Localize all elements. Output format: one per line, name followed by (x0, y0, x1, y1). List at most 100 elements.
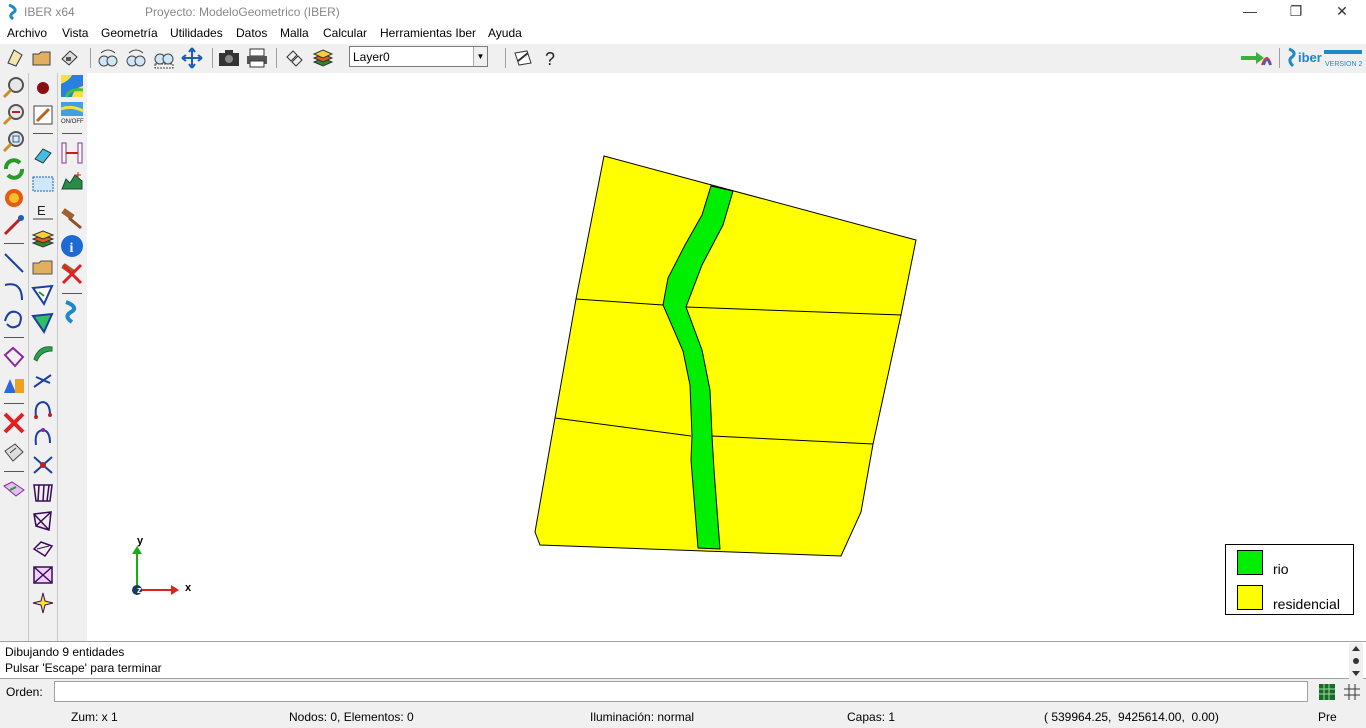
intersect-icon[interactable] (31, 369, 55, 393)
command-bar: Orden: (0, 679, 1366, 705)
status-coordinates: ( 539964.25, 9425614.00, 0.00) (1044, 710, 1219, 724)
structured-mesh-icon[interactable] (31, 481, 55, 505)
minimize-button[interactable]: — (1227, 0, 1273, 24)
zoom-frame-icon[interactable] (2, 130, 26, 154)
polyline-icon[interactable] (2, 307, 26, 331)
list-entities-icon[interactable] (2, 441, 26, 465)
save-icon[interactable] (58, 47, 80, 69)
legend-label-residencial: residencial (1273, 596, 1340, 612)
axis-x-label: x (185, 582, 192, 594)
render-icon[interactable] (2, 185, 26, 209)
cross-section-icon[interactable] (60, 141, 84, 165)
menu-vista[interactable]: Vista (62, 26, 88, 40)
open-folder-icon[interactable] (31, 255, 55, 279)
new-file-icon[interactable] (4, 47, 26, 69)
menu-bar: Archivo Vista Geometría Utilidades Datos… (0, 24, 1366, 44)
iber-logo-icon[interactable] (60, 300, 84, 324)
create-surface-icon[interactable] (31, 283, 55, 307)
zoom-in-icon[interactable] (97, 47, 119, 69)
main-toolbar: ? iber VERSION 2 (0, 44, 1366, 73)
svg-text:i: i (70, 241, 74, 256)
delete-tool-icon[interactable] (60, 262, 84, 286)
print-icon[interactable] (246, 47, 268, 69)
message-scrollbar[interactable] (1349, 643, 1363, 679)
app-title: IBER x64 (24, 5, 75, 19)
svg-text:?: ? (545, 49, 555, 69)
intersect-lines-icon[interactable] (31, 453, 55, 477)
arc-icon[interactable] (2, 279, 26, 303)
close-button[interactable]: ✕ (1319, 0, 1365, 24)
surface-icon[interactable] (2, 345, 26, 369)
zoom-out-icon[interactable] (125, 47, 147, 69)
command-input[interactable] (54, 681, 1308, 702)
status-lighting: Iluminación: normal (590, 710, 695, 724)
mesh-quality-icon[interactable] (31, 563, 55, 587)
select-box-icon[interactable] (31, 171, 55, 195)
status-zoom: Zum: x 1 (71, 710, 118, 724)
on-off-toggle-icon[interactable]: ON/OFF (60, 101, 84, 125)
drawing-canvas[interactable]: y x z (87, 73, 1366, 641)
semi-structured-mesh-icon[interactable] (31, 509, 55, 533)
scroll-thumb-icon (1353, 658, 1359, 664)
open-folder-icon[interactable] (31, 47, 53, 69)
axes-triad: y x z (132, 535, 192, 595)
point-icon[interactable] (2, 213, 26, 237)
zoom-in-icon[interactable] (2, 76, 26, 100)
message-line-1: Dibujando 9 entidades (5, 645, 125, 659)
axis-z-label: z (137, 585, 142, 595)
zoom-out-icon[interactable] (2, 103, 26, 127)
volume-icon[interactable] (2, 373, 26, 397)
layers-icon[interactable] (312, 47, 334, 69)
info-icon[interactable]: i (60, 234, 84, 258)
legend-label-rio: rio (1273, 561, 1289, 577)
profile-icon[interactable] (60, 169, 84, 193)
menu-geometria[interactable]: Geometría (101, 26, 158, 40)
menu-archivo[interactable]: Archivo (7, 26, 47, 40)
line-icon[interactable] (2, 251, 26, 275)
collapse-icon[interactable] (2, 478, 26, 502)
mesh-cleaning-icon[interactable] (31, 537, 55, 561)
left-toolbars: E ON/OFF i (0, 73, 87, 641)
divide-surface-icon[interactable] (31, 425, 55, 449)
unstructured-mesh-icon[interactable] (31, 591, 55, 615)
menu-herramientas-iber[interactable]: Herramientas Iber (380, 26, 476, 40)
record-icon[interactable] (31, 76, 55, 100)
message-line-2: Pulsar 'Escape' para terminar (5, 661, 162, 675)
zoom-frame-icon[interactable] (153, 47, 175, 69)
landuse-map-icon[interactable] (60, 74, 84, 98)
redraw-icon[interactable] (2, 157, 26, 181)
edit-icon[interactable] (31, 103, 55, 127)
status-bar: Zum: x 1 Nodos: 0, Elementos: 0 Iluminac… (0, 705, 1366, 728)
pan-icon[interactable] (181, 47, 203, 69)
menu-utilidades[interactable]: Utilidades (170, 26, 223, 40)
hammer-icon[interactable] (60, 207, 84, 231)
grid-toggle-icon[interactable] (1343, 683, 1361, 701)
camera-icon[interactable] (218, 47, 240, 69)
sweep-surface-icon[interactable] (31, 341, 55, 365)
project-title: Proyecto: ModeloGeometrico (IBER) (145, 5, 340, 19)
text-tool-icon[interactable]: E (31, 199, 55, 223)
menu-malla[interactable]: Malla (280, 26, 309, 40)
status-mode: Pre (1318, 710, 1337, 724)
nurbs-surface-icon[interactable] (31, 311, 55, 335)
menu-ayuda[interactable]: Ayuda (488, 26, 522, 40)
svg-text:VERSION 2: VERSION 2 (1325, 61, 1362, 68)
layers-icon[interactable] (31, 227, 55, 251)
geometry-view[interactable]: y x z (87, 73, 1366, 641)
menu-datos[interactable]: Datos (236, 26, 267, 40)
help-icon[interactable]: ? (539, 47, 561, 69)
command-label: Orden: (6, 685, 43, 699)
chevron-down-icon[interactable]: ▼ (473, 47, 487, 66)
menu-calcular[interactable]: Calcular (323, 26, 367, 40)
layer-dropdown-value: Layer0 (353, 50, 390, 64)
svg-text:ON/OFF: ON/OFF (61, 119, 84, 125)
eraser-icon[interactable] (31, 143, 55, 167)
copy-icon[interactable] (284, 47, 306, 69)
maximize-button[interactable]: ❐ (1273, 0, 1319, 24)
divide-line-icon[interactable] (31, 397, 55, 421)
layer-dropdown[interactable]: Layer0 ▼ (349, 46, 488, 67)
delete-icon[interactable] (2, 411, 26, 435)
mesh-view-icon[interactable] (1318, 683, 1336, 701)
edit-problem-icon[interactable] (512, 47, 534, 69)
rainbow-arrow-icon[interactable] (1240, 47, 1272, 69)
